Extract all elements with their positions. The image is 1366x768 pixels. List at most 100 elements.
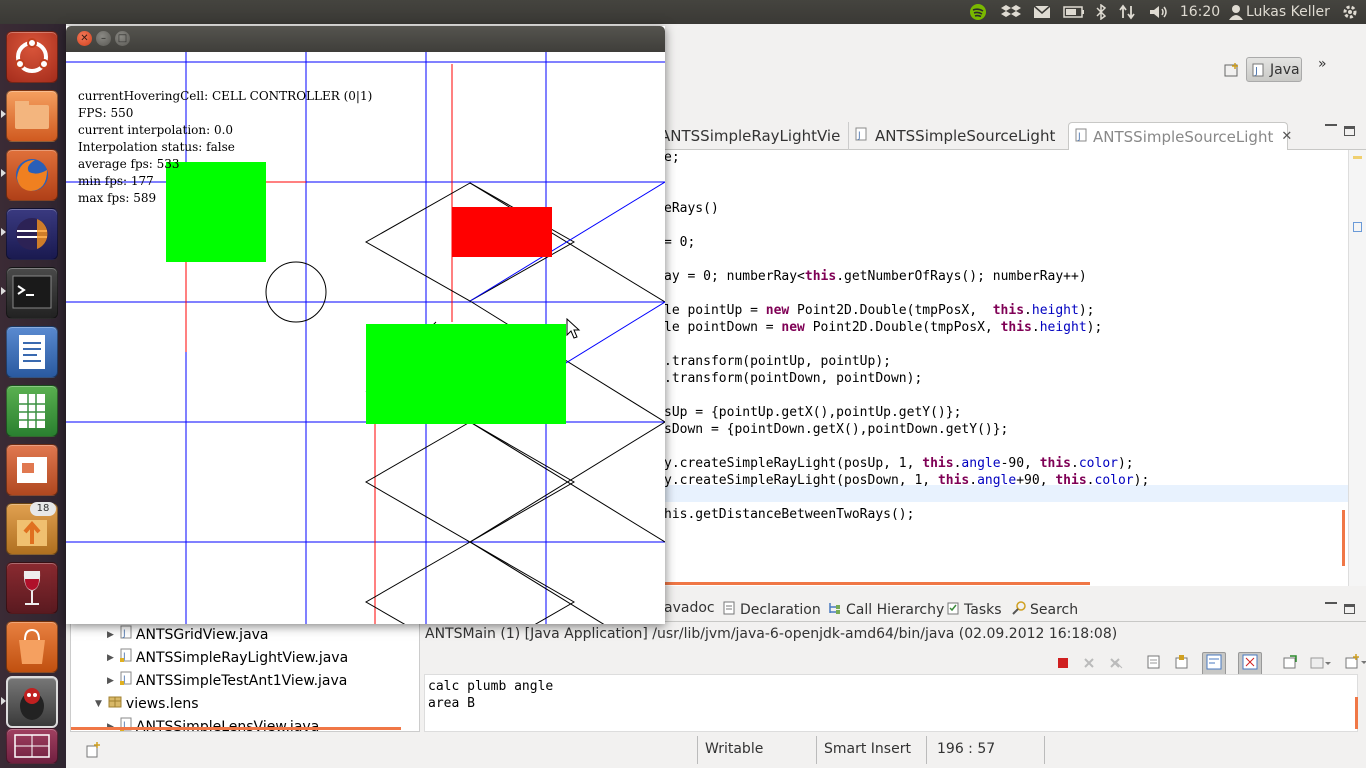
code-line: y.createSimpleRayLight(posUp, 1, this.an… [664,456,1134,471]
libreoffice-impress-icon[interactable] [6,444,58,496]
java-app-running-indicator [1,697,6,705]
maximize-console-icon[interactable] [1344,604,1355,614]
libreoffice-writer-icon[interactable] [6,326,58,378]
ubuntu-dash-icon[interactable] [6,31,58,83]
console-vscroll[interactable] [1355,697,1358,729]
word-wrap-icon[interactable] [1202,652,1226,676]
volume-icon[interactable] [1148,2,1170,22]
java-perspective-button[interactable]: J Java [1246,57,1302,82]
mail-icon[interactable] [1032,2,1052,22]
code-line: sUp = {pointUp.getX(),pointUp.getY()}; [664,405,962,420]
eclipse-icon[interactable] [6,208,58,260]
gear-icon[interactable] [1340,2,1360,22]
explorer-hscroll[interactable] [71,727,401,730]
network-icon[interactable] [1118,2,1136,22]
tab-antssimpleraylightview[interactable]: ANTSSimpleRayLightVie [654,122,848,150]
console-output[interactable]: calc plumb angle area B [424,674,1358,732]
wine-icon[interactable] [6,562,58,614]
maximize-icon[interactable]: □ [115,31,130,46]
warning-marker[interactable] [1353,156,1362,159]
workspace-switcher-icon[interactable] [6,728,58,764]
status-separator [816,736,817,764]
top-panel: 16:20 Lukas Keller [0,0,1366,24]
java-file-warning-icon: J [119,647,132,670]
files-running-indicator [1,110,6,118]
overview-ruler[interactable] [1348,150,1366,586]
source-block-large[interactable] [366,324,566,424]
java-app-icon[interactable] [6,676,58,728]
minimize-icon[interactable]: – [96,31,111,46]
tab-label: ANTSSimpleSourceLight [1093,127,1274,146]
overlay-line: max fps: 589 [78,191,157,205]
expand-arrow-icon[interactable]: ▶ [107,624,114,647]
tab-tasks[interactable]: Tasks [946,600,1002,620]
minimize-editor-icon[interactable] [1325,124,1337,126]
close-icon[interactable]: ✕ [77,31,92,46]
fast-view-icon[interactable] [86,742,104,760]
libreoffice-calc-icon[interactable] [6,385,58,437]
code-line: sDown = {pointDown.getX(),pointDown.getY… [664,422,1009,437]
simulation-canvas[interactable]: currentHoveringCell: CELL CONTROLLER (0|… [66,52,665,624]
tab-antssimplesourcelight-1[interactable]: J ANTSSimpleSourceLight [848,122,1068,150]
target-block[interactable] [452,207,552,257]
tree-item[interactable]: ▶ J ANTSSimpleRayLightView.java [107,647,348,670]
lens-circle[interactable] [265,261,327,323]
tab-label: Call Hierarchy [846,602,945,618]
java-app-window: ✕ – □ currentHoveringCell: CELL CONTROLL… [66,26,665,624]
code-editor[interactable]: e; eRays() = 0; ay = 0; numberRay<this.getN… [664,150,1348,586]
svg-text:J: J [1077,132,1081,142]
terminate-icon[interactable] [1056,655,1070,674]
occurrence-marker[interactable] [1353,222,1362,232]
pin-console-icon[interactable] [1282,654,1298,674]
overlay-line: Interpolation status: false [78,140,235,154]
remove-all-icon[interactable] [1108,655,1124,674]
collapse-arrow-icon[interactable]: ▼ [95,693,102,716]
close-tab-icon[interactable]: ✕ [1281,129,1292,144]
tab-label: ANTSSimpleSourceLight [875,127,1056,145]
code-line: le pointUp = new Point2D.Double(tmpPosX,… [664,303,1095,318]
clock[interactable]: 16:20 [1180,2,1220,22]
show-on-output-icon[interactable] [1238,652,1262,676]
files-icon[interactable] [6,90,58,142]
maximize-editor-icon[interactable] [1344,126,1355,136]
tab-label: Search [1030,602,1079,618]
user-name[interactable]: Lukas Keller [1246,2,1332,22]
tree-item-label: ANTSSimpleRayLightView.java [135,650,349,666]
expand-arrow-icon[interactable]: ▶ [107,647,114,670]
code-line: = 0; [664,235,696,250]
declaration-icon [722,601,736,619]
tree-item[interactable]: ▶ J ANTSSimpleTestAnt1View.java [107,670,347,693]
light-diamond [364,421,576,543]
status-separator [1044,736,1045,764]
ray-line [469,541,605,624]
tab-declaration[interactable]: Declaration [722,600,821,620]
tab-call-hierarchy[interactable]: Call Hierarchy [828,600,944,620]
tab-label: ANTSSimpleRayLightVie [660,127,841,145]
new-console-icon[interactable] [1344,654,1366,674]
remove-launch-icon[interactable] [1082,655,1096,674]
terminal-icon[interactable] [6,267,58,319]
firefox-icon[interactable] [6,149,58,201]
overlay-line: FPS: 550 [78,106,134,120]
tree-item[interactable]: ▼ views.lens [95,693,199,716]
tab-javadoc[interactable]: avadoc [664,600,715,620]
display-console-icon[interactable] [1310,655,1332,674]
bluetooth-icon[interactable] [1094,2,1108,22]
firefox-running-indicator [1,169,6,177]
open-perspective-icon[interactable] [1224,62,1240,77]
tree-item[interactable]: ▶ J ANTSGridView.java [107,624,269,647]
expand-arrow-icon[interactable]: ▶ [107,670,114,693]
spotify-icon[interactable] [968,2,988,22]
dropbox-icon[interactable] [1000,2,1022,22]
more-perspectives-icon[interactable]: » [1318,56,1327,72]
clear-console-icon[interactable] [1146,654,1162,674]
app-titlebar[interactable]: ✕ – □ [66,26,665,52]
software-center-icon[interactable] [6,621,58,673]
scroll-lock-icon[interactable] [1174,654,1190,674]
tab-search[interactable]: Search [1012,600,1078,620]
battery-icon[interactable] [1062,2,1086,22]
tab-antssimplesourcelight-2[interactable]: J ANTSSimpleSourceLight ✕ [1068,122,1292,150]
overlay-line: min fps: 177 [78,174,154,188]
editor-vscroll[interactable] [1342,510,1345,566]
minimize-console-icon[interactable] [1325,602,1337,604]
